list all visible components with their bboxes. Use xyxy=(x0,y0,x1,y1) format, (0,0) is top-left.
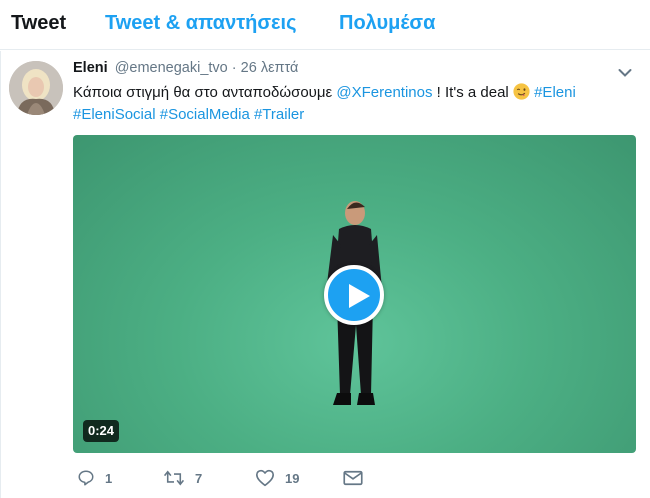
tweet-text-part: Κάποια στιγμή θα στο ανταποδώσουμε xyxy=(73,84,333,101)
winking-face-with-tongue-icon xyxy=(513,83,530,100)
reply-count: 1 xyxy=(105,470,113,486)
hashtag-link[interactable]: #Trailer xyxy=(254,106,304,123)
profile-tabs: Tweet Tweet & απαντήσεις Πολυμέσα xyxy=(0,0,650,50)
separator: · xyxy=(231,60,237,76)
mention-link[interactable]: @XFerentinos xyxy=(336,84,432,101)
retweet-count: 7 xyxy=(195,470,203,486)
timestamp[interactable]: 26 λεπτά xyxy=(241,60,299,76)
tweet[interactable]: Eleni @emenegaki_tvo · 26 λεπτά Κάποια σ… xyxy=(0,51,650,498)
tweet-header: Eleni @emenegaki_tvo · 26 λεπτά xyxy=(73,60,298,76)
chevron-down-icon[interactable] xyxy=(618,65,632,77)
tweet-text: Κάποια στιγμή θα στο ανταποδώσουμε @XFer… xyxy=(73,82,635,126)
like-button[interactable]: 19 xyxy=(255,466,299,490)
tweet-actions: 1 7 19 xyxy=(73,466,473,490)
retweet-icon xyxy=(163,470,185,486)
play-button[interactable] xyxy=(324,265,384,325)
tweet-text-part: ! It's a deal xyxy=(436,84,509,101)
play-icon xyxy=(349,284,370,308)
hashtag-link[interactable]: #Eleni xyxy=(534,84,576,101)
reply-icon xyxy=(78,470,94,486)
heart-icon xyxy=(256,469,274,487)
reply-button[interactable]: 1 xyxy=(77,466,112,490)
video-player[interactable]: 0:24 xyxy=(73,135,636,453)
envelope-icon xyxy=(343,470,363,486)
hashtag-link[interactable]: #EleniSocial xyxy=(73,106,156,123)
avatar[interactable] xyxy=(9,61,63,115)
video-duration: 0:24 xyxy=(83,420,120,442)
tab-media[interactable]: Πολυμέσα xyxy=(339,12,435,35)
author-handle[interactable]: @emenegaki_tvo xyxy=(115,60,228,76)
retweet-button[interactable]: 7 xyxy=(163,466,202,490)
tab-tweets[interactable]: Tweet xyxy=(11,12,66,35)
tab-tweets-and-replies[interactable]: Tweet & απαντήσεις xyxy=(105,12,297,35)
direct-message-button[interactable] xyxy=(343,466,363,490)
hashtag-link[interactable]: #SocialMedia xyxy=(160,106,250,123)
like-count: 19 xyxy=(285,470,300,486)
author-name[interactable]: Eleni xyxy=(73,60,108,76)
